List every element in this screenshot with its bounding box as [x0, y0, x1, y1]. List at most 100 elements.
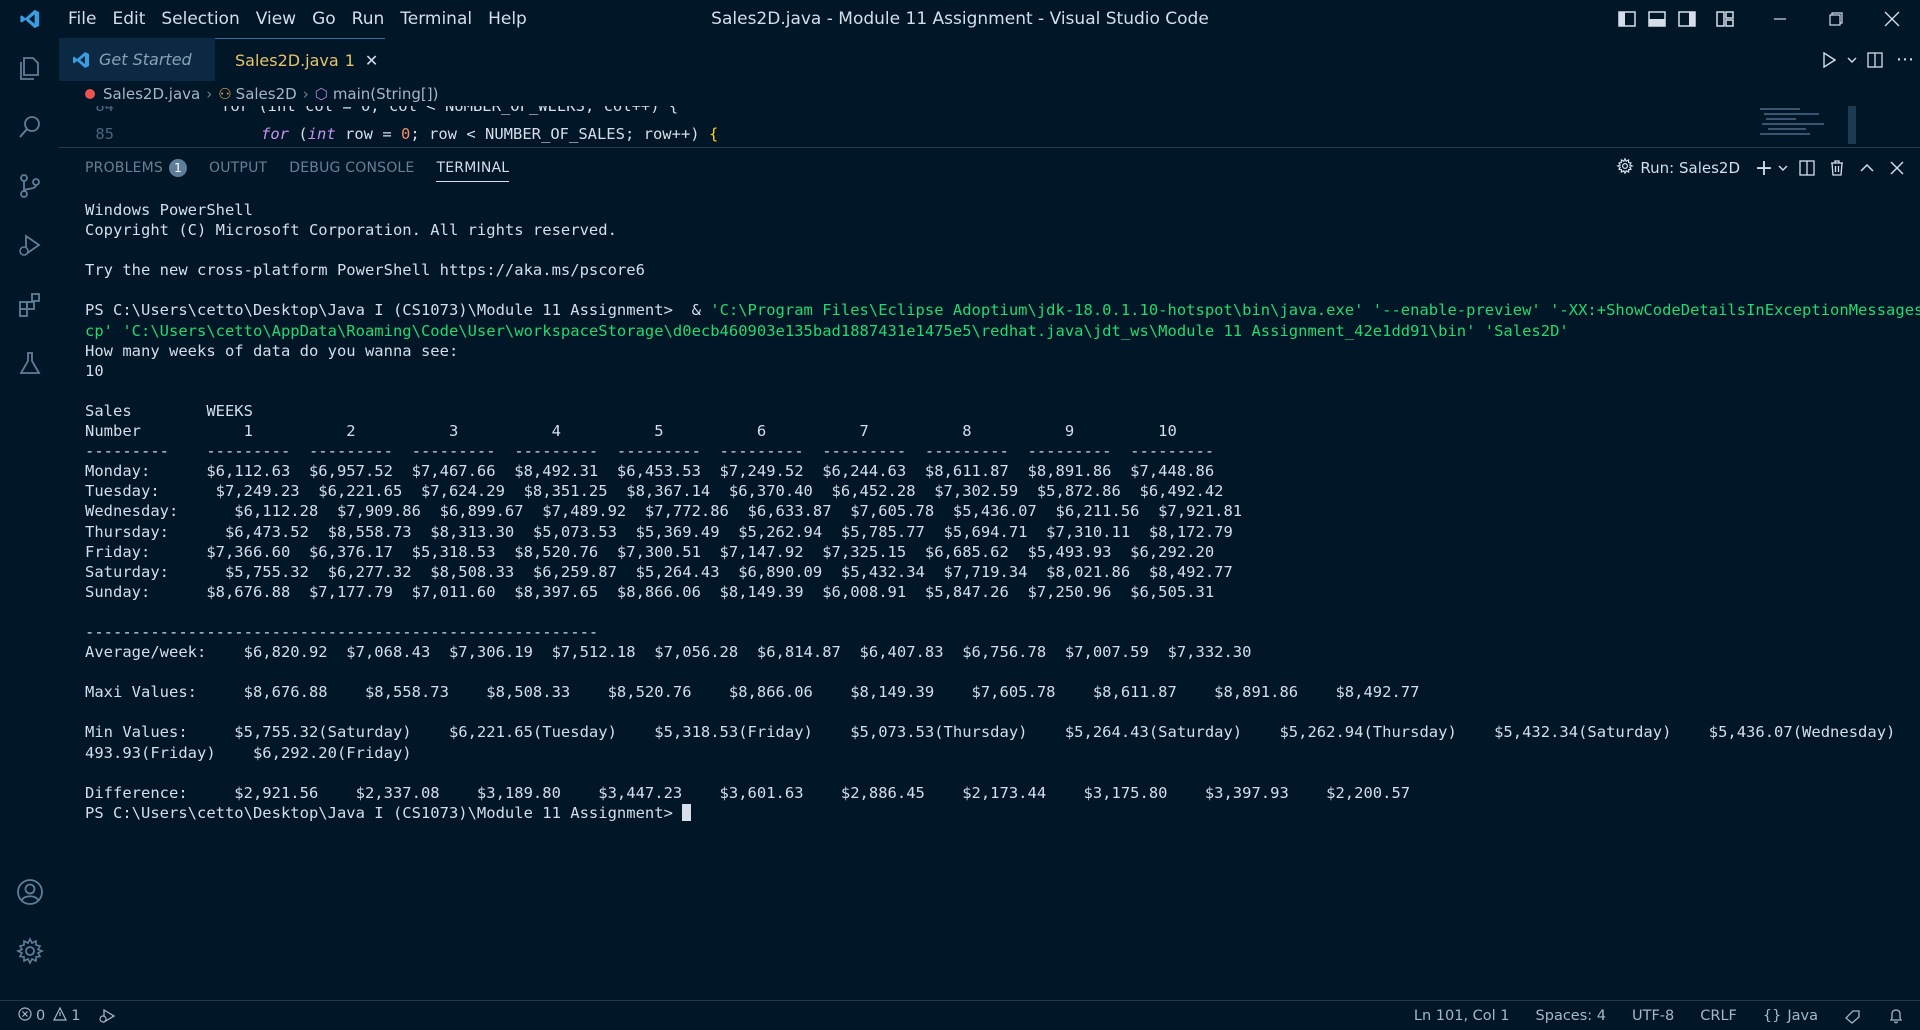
terminal-line: Maxi Values: $8,676.88 $8,558.73 $8,508.…	[85, 683, 1420, 702]
terminal-gear-icon	[1616, 157, 1635, 179]
editor-tabs: Get Started Sales2D.java 1 ✕ ⋯	[59, 38, 1920, 82]
editor-actions: ⋯	[1814, 38, 1920, 81]
terminal-command-args: cp' 'C:\Users\cetto\AppData\Roaming\Code…	[85, 321, 1569, 340]
close-window-icon[interactable]	[1864, 0, 1920, 38]
source-control-icon[interactable]	[0, 156, 59, 215]
notifications-bell-icon[interactable]	[1888, 1008, 1904, 1024]
toggle-panel-icon[interactable]	[1642, 0, 1672, 38]
status-bar: 0 1 Ln 101, Col 1 Spaces: 4 UTF-8 CRLF {…	[0, 1000, 1920, 1030]
terminal-line: ----------------------------------------…	[85, 622, 599, 641]
terminal-line: Thursday: $6,473.52 $8,558.73 $8,313.30 …	[85, 522, 1233, 541]
menu-go[interactable]: Go	[304, 0, 344, 38]
tab-problems[interactable]: PROBLEMS 1	[85, 148, 188, 188]
terminal-line: Difference: $2,921.56 $2,337.08 $3,189.8…	[85, 783, 1411, 802]
tab-problem-count: 1	[344, 51, 355, 70]
terminal-line: Saturday: $5,755.32 $6,277.32 $8,508.33 …	[85, 562, 1233, 581]
language-label: Java	[1787, 1007, 1818, 1024]
language-mode[interactable]: {} Java	[1763, 1008, 1818, 1024]
tab-terminal[interactable]: TERMINAL	[436, 155, 510, 182]
title-bar: File Edit Selection View Go Run Terminal…	[0, 0, 1920, 38]
terminal-line: How many weeks of data do you wanna see:	[85, 341, 459, 360]
terminal-output[interactable]: Windows PowerShell Copyright (C) Microsof…	[85, 200, 1920, 823]
menu-run[interactable]: Run	[344, 0, 393, 38]
terminal-line: Windows PowerShell	[85, 201, 253, 219]
feedback-icon[interactable]	[1844, 1008, 1862, 1024]
close-panel-icon[interactable]	[1882, 148, 1912, 188]
problems-status[interactable]: 0 1	[18, 1006, 81, 1025]
run-dropdown-chevron-icon[interactable]	[1844, 40, 1860, 80]
extensions-icon[interactable]	[0, 274, 59, 333]
kill-terminal-trash-icon[interactable]	[1822, 148, 1852, 188]
toggle-secondary-sidebar-icon[interactable]	[1672, 0, 1702, 38]
menu-view[interactable]: View	[248, 0, 304, 38]
new-terminal-icon[interactable]: +	[1754, 148, 1774, 188]
split-editor-icon[interactable]	[1860, 40, 1890, 80]
title-controls	[1612, 0, 1920, 38]
terminal-line: Monday: $6,112.63 $6,957.52 $7,467.66 $8…	[85, 462, 1215, 481]
tab-debug-console[interactable]: DEBUG CONSOLE	[289, 148, 414, 188]
testing-icon[interactable]	[0, 333, 59, 392]
menu-edit[interactable]: Edit	[104, 0, 153, 38]
bottom-panel: PROBLEMS 1 OUTPUT DEBUG CONSOLE TERMINAL…	[59, 147, 1920, 1001]
settings-gear-icon[interactable]	[0, 921, 59, 980]
explorer-icon[interactable]	[0, 38, 59, 97]
debug-status-icon[interactable]	[98, 1008, 116, 1024]
java-file-error-icon	[85, 89, 95, 99]
breadcrumb-file[interactable]: Sales2D.java	[85, 85, 200, 103]
cursor-position[interactable]: Ln 101, Col 1	[1414, 1008, 1510, 1024]
activity-bar	[0, 38, 59, 1000]
terminal-line: Average/week: $6,820.92 $7,068.43 $7,306…	[85, 643, 1252, 662]
terminal-line: 10	[85, 361, 104, 380]
terminal-prompt: PS C:\Users\cetto\Desktop\Java I (CS1073…	[85, 803, 683, 822]
breadcrumb: Sales2D.java › ⚇ Sales2D › ⬡ main(String…	[59, 81, 1920, 107]
breadcrumb-file-label: Sales2D.java	[103, 85, 201, 103]
encoding[interactable]: UTF-8	[1632, 1008, 1674, 1024]
more-actions-icon[interactable]: ⋯	[1890, 40, 1920, 80]
menu-bar: File Edit Selection View Go Run Terminal…	[60, 0, 535, 38]
menu-terminal[interactable]: Terminal	[392, 0, 480, 38]
tab-sales2d-java[interactable]: Sales2D.java 1 ✕	[215, 38, 385, 82]
problems-count-badge: 1	[169, 159, 188, 177]
tab-output[interactable]: OUTPUT	[209, 148, 267, 188]
split-terminal-icon[interactable]	[1792, 148, 1822, 188]
end-of-line[interactable]: CRLF	[1700, 1008, 1737, 1024]
terminal-line: Friday: $7,366.60 $6,376.17 $5,318.53 $8…	[85, 542, 1215, 561]
restore-icon[interactable]	[1808, 0, 1864, 38]
minimap[interactable]	[1756, 106, 1856, 144]
menu-selection[interactable]: Selection	[153, 0, 247, 38]
vscode-tab-icon	[73, 51, 89, 68]
toggle-primary-sidebar-icon[interactable]	[1612, 0, 1642, 38]
panel-tabs: PROBLEMS 1 OUTPUT DEBUG CONSOLE TERMINAL	[85, 148, 531, 188]
warning-count: 1	[71, 1007, 81, 1024]
code-line: 85 for (int row = 0; row < NUMBER_OF_SAL…	[59, 124, 718, 144]
terminal-line: PS C:\Users\cetto\Desktop\Java I (CS1073…	[85, 300, 1920, 320]
indentation[interactable]: Spaces: 4	[1536, 1008, 1606, 1024]
braces-icon: {}	[1762, 1007, 1782, 1024]
tab-problems-label: PROBLEMS	[85, 160, 164, 176]
terminal-line: 493.93(Friday) $6,292.20(Friday)	[85, 743, 412, 762]
breadcrumb-method[interactable]: ⬡ main(String[])	[315, 85, 439, 103]
breadcrumb-class[interactable]: ⚇ Sales2D	[218, 85, 296, 103]
customize-layout-icon[interactable]	[1710, 0, 1740, 38]
code-editor[interactable]: 84 for (int col = 0; col < NUMBER_OF_WEE…	[59, 106, 1920, 144]
search-icon[interactable]	[0, 97, 59, 156]
vscode-logo-icon	[0, 0, 60, 38]
terminal-line: Min Values: $5,755.32(Saturday) $6,221.6…	[85, 723, 1920, 742]
method-icon: ⬡	[314, 85, 328, 103]
minimize-icon[interactable]	[1752, 0, 1808, 38]
terminal-line: Sales WEEKS	[85, 401, 253, 420]
run-java-icon[interactable]	[1814, 40, 1844, 80]
menu-help[interactable]: Help	[480, 0, 535, 38]
terminal-line: cp' 'C:\Users\cetto\AppData\Roaming\Code…	[85, 321, 1920, 341]
terminal-name-label[interactable]: Run: Sales2D	[1640, 159, 1740, 177]
run-debug-icon[interactable]	[0, 215, 59, 274]
menu-file[interactable]: File	[60, 0, 104, 38]
terminal-dropdown-chevron-icon[interactable]	[1774, 148, 1792, 188]
terminal-line: Wednesday: $6,112.28 $7,909.86 $6,899.67…	[85, 502, 1243, 521]
account-icon[interactable]	[0, 862, 59, 921]
maximize-panel-chevron-up-icon[interactable]	[1852, 148, 1882, 188]
close-tab-icon[interactable]: ✕	[365, 51, 378, 70]
